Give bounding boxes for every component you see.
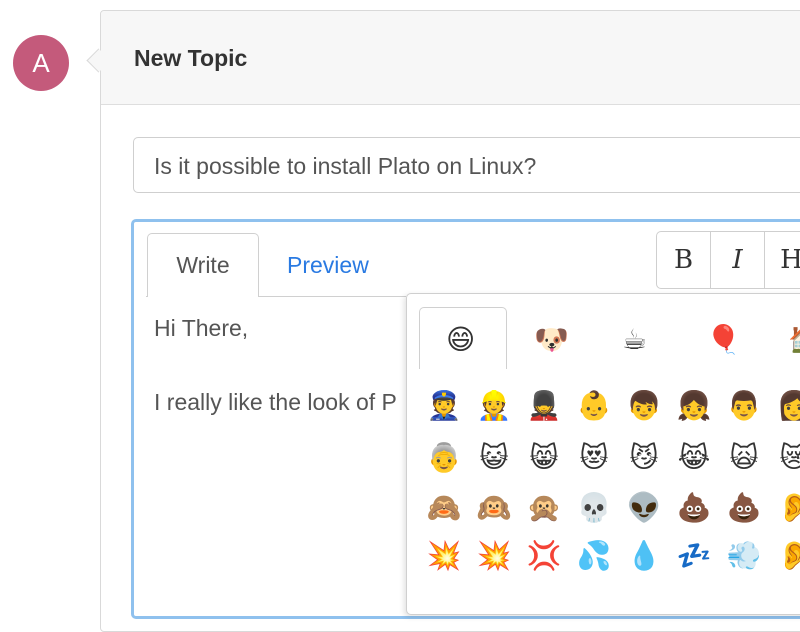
emoji-item[interactable]: 👦: [624, 388, 664, 424]
emoji-category-food-icon[interactable]: ☕: [622, 322, 647, 358]
emoji-item[interactable]: 💢: [524, 538, 564, 574]
format-toolbar: B I H: [656, 231, 800, 289]
emoji-item[interactable]: 😸: [524, 440, 564, 476]
emoji-item[interactable]: 😺: [474, 440, 514, 476]
emoji-category-animals-icon[interactable]: 🐶: [534, 322, 569, 358]
emoji-item[interactable]: 👷: [474, 388, 514, 424]
emoji-item[interactable]: 😼: [624, 440, 664, 476]
emoji-item[interactable]: 💧: [624, 538, 664, 574]
emoji-item[interactable]: 💂: [524, 388, 564, 424]
emoji-grid-top-edge: [407, 369, 800, 373]
emoji-item[interactable]: 💦: [574, 538, 614, 574]
emoji-item[interactable]: 🙀: [724, 440, 764, 476]
emoji-item[interactable]: 💀: [574, 490, 614, 526]
emoji-item[interactable]: 👩: [774, 388, 800, 424]
emoji-item[interactable]: 👨: [724, 388, 764, 424]
emoji-item[interactable]: 🙉: [474, 490, 514, 526]
emoji-item[interactable]: 😻: [574, 440, 614, 476]
emoji-item[interactable]: 👶: [574, 388, 614, 424]
emoji-item[interactable]: 🙈: [424, 490, 464, 526]
emoji-item[interactable]: 😹: [674, 440, 714, 476]
emoji-item[interactable]: 💩: [724, 490, 764, 526]
emoji-item[interactable]: 👂: [774, 490, 800, 526]
tab-write[interactable]: Write: [147, 233, 259, 297]
emoji-item[interactable]: 💩: [674, 490, 714, 526]
emoji-item[interactable]: 💨: [724, 538, 764, 574]
emoji-item[interactable]: 💥: [474, 538, 514, 574]
editor-body-line[interactable]: I really like the look of P: [154, 389, 397, 416]
emoji-item[interactable]: 👽: [624, 490, 664, 526]
emoji-category-travel-icon[interactable]: 🏠: [788, 322, 800, 358]
bold-button[interactable]: B: [657, 232, 711, 288]
editor-body-line[interactable]: Hi There,: [154, 315, 248, 342]
emoji-item[interactable]: 😿: [774, 440, 800, 476]
panel-title: New Topic: [134, 45, 248, 71]
user-avatar: A: [13, 35, 69, 91]
emoji-item[interactable]: 👵: [424, 440, 464, 476]
tab-preview[interactable]: Preview: [287, 252, 369, 279]
emoji-category-smileys-icon[interactable]: 😄: [446, 322, 475, 358]
emoji-item[interactable]: 👂: [774, 538, 800, 574]
topic-title-input[interactable]: Is it possible to install Plato on Linux…: [133, 137, 800, 193]
emoji-item[interactable]: 🙊: [524, 490, 564, 526]
panel-header: New Topic: [101, 11, 800, 105]
emoji-item[interactable]: 💥: [424, 538, 464, 574]
heading-button[interactable]: H: [765, 232, 800, 288]
emoji-category-activities-icon[interactable]: 🎈: [706, 322, 741, 358]
italic-button[interactable]: I: [711, 232, 765, 288]
emoji-item[interactable]: 💤: [674, 538, 714, 574]
emoji-item[interactable]: 👮: [424, 388, 464, 424]
emoji-item[interactable]: 👧: [674, 388, 714, 424]
